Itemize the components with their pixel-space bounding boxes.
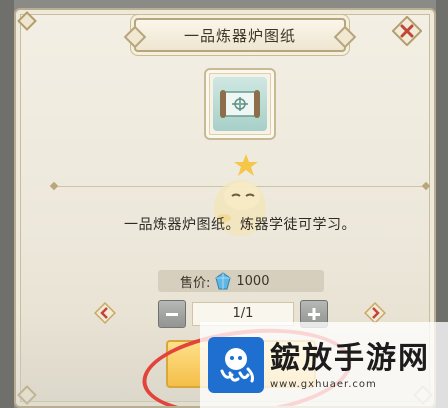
corner-ornament bbox=[17, 11, 37, 31]
title-plate: 一品炼器炉图纸 bbox=[134, 18, 346, 52]
octopus-logo-icon bbox=[208, 337, 264, 393]
dialog-title: 一品炼器炉图纸 bbox=[183, 26, 296, 45]
watermark-name: 鋐放手游网 bbox=[270, 340, 430, 376]
price-label: 售价: bbox=[180, 275, 211, 291]
close-button[interactable] bbox=[388, 12, 426, 50]
price-row: 售价: 1000 bbox=[158, 270, 324, 292]
item-icon-frame bbox=[204, 68, 276, 140]
backdrop-left bbox=[0, 0, 14, 408]
site-watermark: 鋐放手游网 www.gxhuaer.com bbox=[200, 322, 448, 408]
price-amount: 1000 bbox=[236, 273, 270, 289]
close-icon bbox=[392, 16, 422, 46]
watermark-url: www.gxhuaer.com bbox=[270, 378, 377, 390]
item-description: 一品炼器炉图纸。炼器学徒可学习。 bbox=[124, 217, 356, 233]
blueprint-scroll-icon bbox=[213, 77, 267, 131]
blue-crystal-icon bbox=[215, 272, 231, 290]
